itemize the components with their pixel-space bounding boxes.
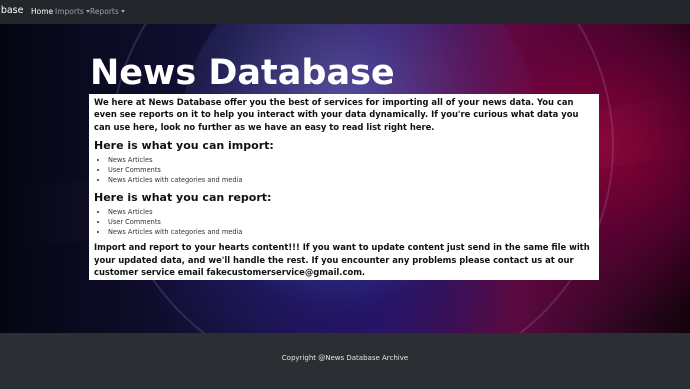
nav-reports-dropdown[interactable]: Reports [90, 7, 125, 16]
nav-home-label: Home [31, 7, 54, 16]
list-item: News Articles [108, 155, 594, 165]
copyright-text: Copyright @News Database Archive [281, 354, 409, 362]
list-item: News Articles with categories and media [108, 175, 594, 185]
list-item: User Comments [108, 165, 594, 175]
list-item: News Articles [108, 207, 594, 217]
footer: Copyright @News Database Archive [0, 333, 690, 389]
nav-imports-label: Imports [55, 7, 84, 16]
navbar-brand[interactable]: abase [0, 5, 23, 16]
nav-home-link[interactable]: Home [31, 7, 53, 16]
nav-imports-dropdown[interactable]: Imports [55, 7, 90, 16]
closing-paragraph: Import and report to your hearts content… [94, 242, 590, 278]
caret-down-icon [120, 10, 125, 13]
nav-reports-label: Reports [90, 7, 119, 16]
page: abase Home Imports Reports News Database… [0, 0, 690, 389]
list-item: User Comments [108, 217, 594, 227]
list-item: News Articles with categories and media [108, 227, 594, 237]
report-heading: Here is what you can report: [94, 191, 272, 205]
report-list: News Articles User Comments News Article… [94, 207, 594, 237]
navbar: abase Home Imports Reports [0, 0, 690, 24]
import-heading: Here is what you can import: [94, 139, 274, 153]
hero-section: News Database We here at News Database o… [0, 24, 690, 333]
page-title: News Database [90, 53, 395, 93]
intro-paragraph: We here at News Database offer you the b… [94, 97, 579, 132]
import-list: News Articles User Comments News Article… [94, 155, 594, 185]
content-box: We here at News Database offer you the b… [89, 94, 599, 280]
